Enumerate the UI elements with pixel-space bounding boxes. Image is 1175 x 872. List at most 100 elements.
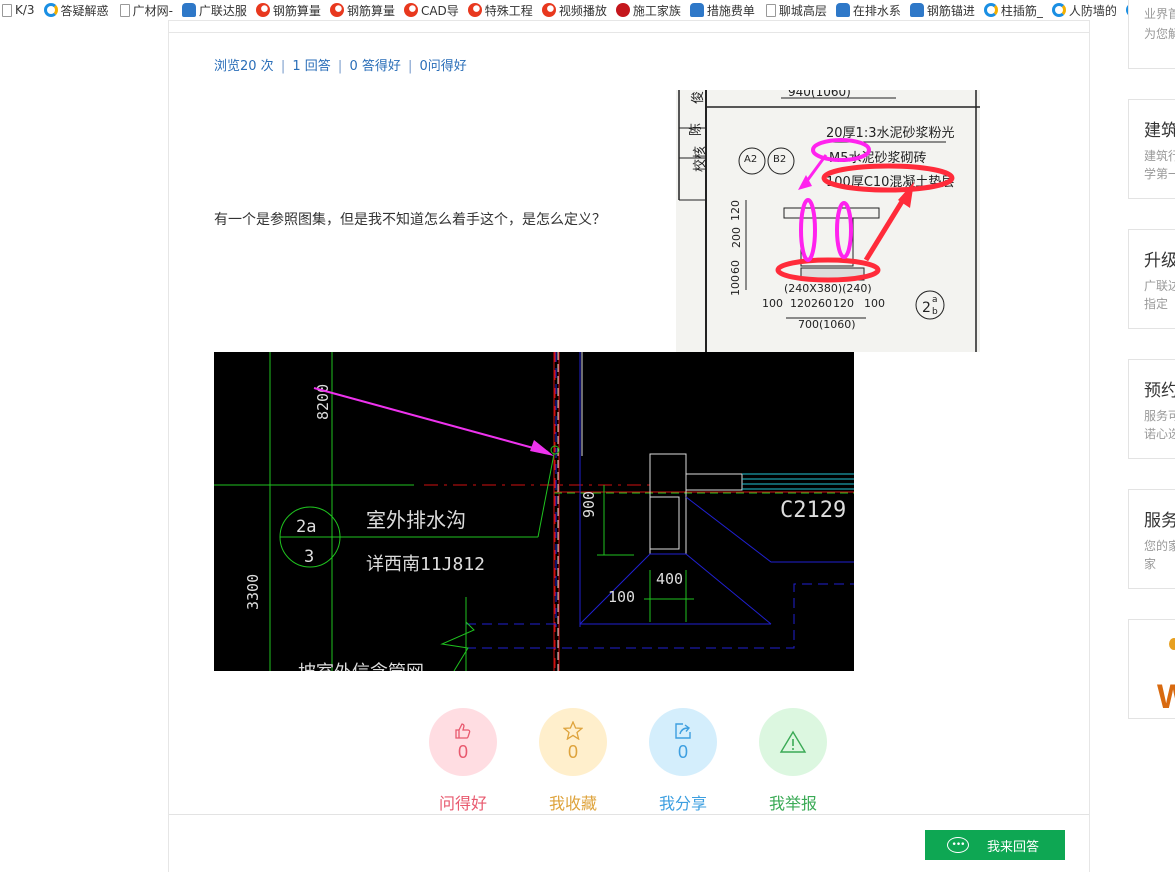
- user-icon: [835, 3, 850, 17]
- cad-drawing-image[interactable]: 2a 3 室外排水沟 详西南11J812 8200 3300 900 400 1…: [214, 352, 854, 671]
- favorite-button[interactable]: 0 我收藏: [539, 708, 607, 813]
- swirl-icon: [329, 3, 344, 17]
- svg-text:700(1060): 700(1060): [798, 318, 856, 331]
- question-stats: 浏览20 次 | 1 回答 | 0 答得好 | 0问得好: [214, 59, 467, 74]
- report-circle[interactable]: [759, 708, 827, 776]
- bookmark-item[interactable]: 措施费单: [689, 2, 755, 19]
- bookmark-item[interactable]: 钢筋算量: [255, 2, 321, 19]
- bookmark-label: 广材网-: [132, 3, 173, 18]
- bookmark-item[interactable]: 广材网-: [118, 2, 173, 19]
- swirl-icon: [255, 3, 270, 17]
- cad-label: 2a: [296, 517, 316, 537]
- thumbs-up-icon: [455, 722, 471, 739]
- views-count: 浏览20 次: [214, 59, 274, 74]
- svg-text:B2: B2: [773, 154, 786, 165]
- ad-logo-mark: [1169, 638, 1175, 650]
- favorite-label: 我收藏: [548, 794, 597, 813]
- bookmark-label: 在排水系: [852, 3, 901, 18]
- svg-text:2: 2: [922, 300, 931, 316]
- bookmark-label: 视频播放: [558, 3, 607, 18]
- bookmark-item[interactable]: 钢筋锚进: [909, 2, 975, 19]
- swirl-icon: [541, 3, 556, 17]
- sidebar-card[interactable]: 预约 服务可 诺心选: [1128, 359, 1175, 459]
- like-count: 0: [457, 741, 468, 762]
- bookmark-item[interactable]: 柱插筋_: [983, 2, 1043, 19]
- bookmark-item[interactable]: 答疑解惑: [43, 2, 109, 19]
- favorite-count: 0: [567, 742, 578, 762]
- cad-label: C2129: [780, 498, 846, 523]
- bookmark-item[interactable]: 人防墙的: [1051, 2, 1117, 19]
- bookmark-item[interactable]: 钢筋算量: [329, 2, 395, 19]
- svg-text:(240X380)(240): (240X380)(240): [784, 282, 872, 295]
- share-label: 我分享: [658, 794, 707, 813]
- star-icon: [563, 721, 583, 740]
- svg-text:200: 200: [730, 227, 743, 248]
- bookmarks-bar: K/3 答疑解惑 广材网- 广联达服 钢筋算量 钢筋算量 CAD导 特殊工程 视频播放 施工家族 措…: [0, 0, 1175, 20]
- bookmark-label: 特殊工程: [484, 3, 533, 18]
- swirl-icon: [467, 3, 482, 17]
- bookmark-item[interactable]: 视频播放: [541, 2, 607, 19]
- cad-label: 室外排水沟: [366, 508, 466, 532]
- like-label: 问得好: [438, 794, 487, 813]
- titleblock-text: 俊: [691, 91, 706, 104]
- bookmark-label: K/3: [15, 3, 35, 17]
- bookmark-item[interactable]: 施工家族: [615, 2, 681, 19]
- question-text: 有一个是参照图集，但是我不知道怎么着手这个，是怎么定义？: [214, 212, 606, 228]
- sidebar-card[interactable]: 业界首 为您解: [1128, 0, 1175, 69]
- sidebar-card-title: 预约: [1144, 381, 1175, 401]
- warning-icon: [779, 730, 807, 753]
- svg-text:a: a: [932, 295, 938, 305]
- favorite-circle[interactable]: 0: [539, 708, 607, 776]
- share-button[interactable]: 0 我分享: [649, 708, 717, 813]
- bookmark-item[interactable]: CAD导: [403, 2, 459, 19]
- good-questions-count: 0问得好: [419, 59, 467, 74]
- bookmark-label: 答疑解惑: [60, 3, 109, 18]
- page-icon: [765, 3, 776, 17]
- bookmark-item[interactable]: 广联达服: [181, 2, 247, 19]
- svg-text:120: 120: [833, 297, 854, 310]
- good-answers-count: 0 答得好: [349, 59, 401, 74]
- page-icon: [2, 3, 12, 17]
- svg-text:100: 100: [864, 297, 885, 310]
- bookmark-label: 聊城高层: [778, 3, 827, 18]
- answers-count[interactable]: 1 回答: [292, 59, 330, 74]
- like-circle[interactable]: 0: [429, 708, 497, 776]
- sidebar-card[interactable]: 升级 广联达 指定: [1128, 229, 1175, 329]
- cad-label: 100: [608, 588, 635, 606]
- cad-label: 详西南11J812: [366, 554, 485, 575]
- sidebar-card-title: 服务: [1144, 511, 1175, 531]
- reference-drawing-image[interactable]: 俊 陈 校核 940(1060) 20厚1:3水泥砂浆粉光 M5水泥砂浆砌砖 1…: [676, 90, 980, 352]
- bookmark-item[interactable]: K/3: [0, 3, 35, 17]
- share-icon: [675, 722, 691, 739]
- card-top-border: [168, 20, 1090, 32]
- svg-text:100: 100: [729, 275, 742, 296]
- svg-text:260: 260: [811, 297, 832, 310]
- bookmark-item[interactable]: 特殊工程: [467, 2, 533, 19]
- sidebar-card[interactable]: 服务 您的家 家: [1128, 489, 1175, 589]
- bookmark-label: 广联达服: [198, 3, 247, 18]
- sidebar-card-title: 建筑: [1144, 121, 1175, 141]
- answer-button[interactable]: ••• 我来回答: [925, 830, 1065, 860]
- bookmark-label: CAD导: [420, 3, 459, 18]
- ie-icon: [43, 3, 58, 17]
- page-icon: [119, 3, 130, 17]
- bookmark-label: 人防墙的: [1068, 3, 1117, 18]
- svg-text:60: 60: [729, 260, 742, 274]
- bookmark-label: 措施费单: [706, 3, 755, 18]
- swirl-icon: [403, 3, 418, 17]
- bookmark-item[interactable]: 聊城高层: [764, 2, 827, 19]
- bookmark-item[interactable]: 在排水系: [835, 2, 901, 19]
- like-question-button[interactable]: 0 问得好: [429, 708, 497, 813]
- report-button[interactable]: 我举报: [759, 708, 827, 813]
- bookmark-label: 施工家族: [632, 3, 681, 18]
- bookmark-label: 钢筋算量: [346, 3, 395, 18]
- svg-text:120: 120: [790, 297, 811, 310]
- share-circle[interactable]: 0: [649, 708, 717, 776]
- user-icon: [909, 3, 924, 17]
- sidebar-card[interactable]: 建筑 建筑行 学第一: [1128, 99, 1175, 199]
- titleblock-text: 校核: [692, 146, 708, 172]
- svg-text:120: 120: [729, 200, 742, 221]
- sidebar-ad-banner[interactable]: W: [1128, 619, 1175, 719]
- share-count: 0: [677, 741, 688, 762]
- cad-label: 3: [304, 547, 314, 567]
